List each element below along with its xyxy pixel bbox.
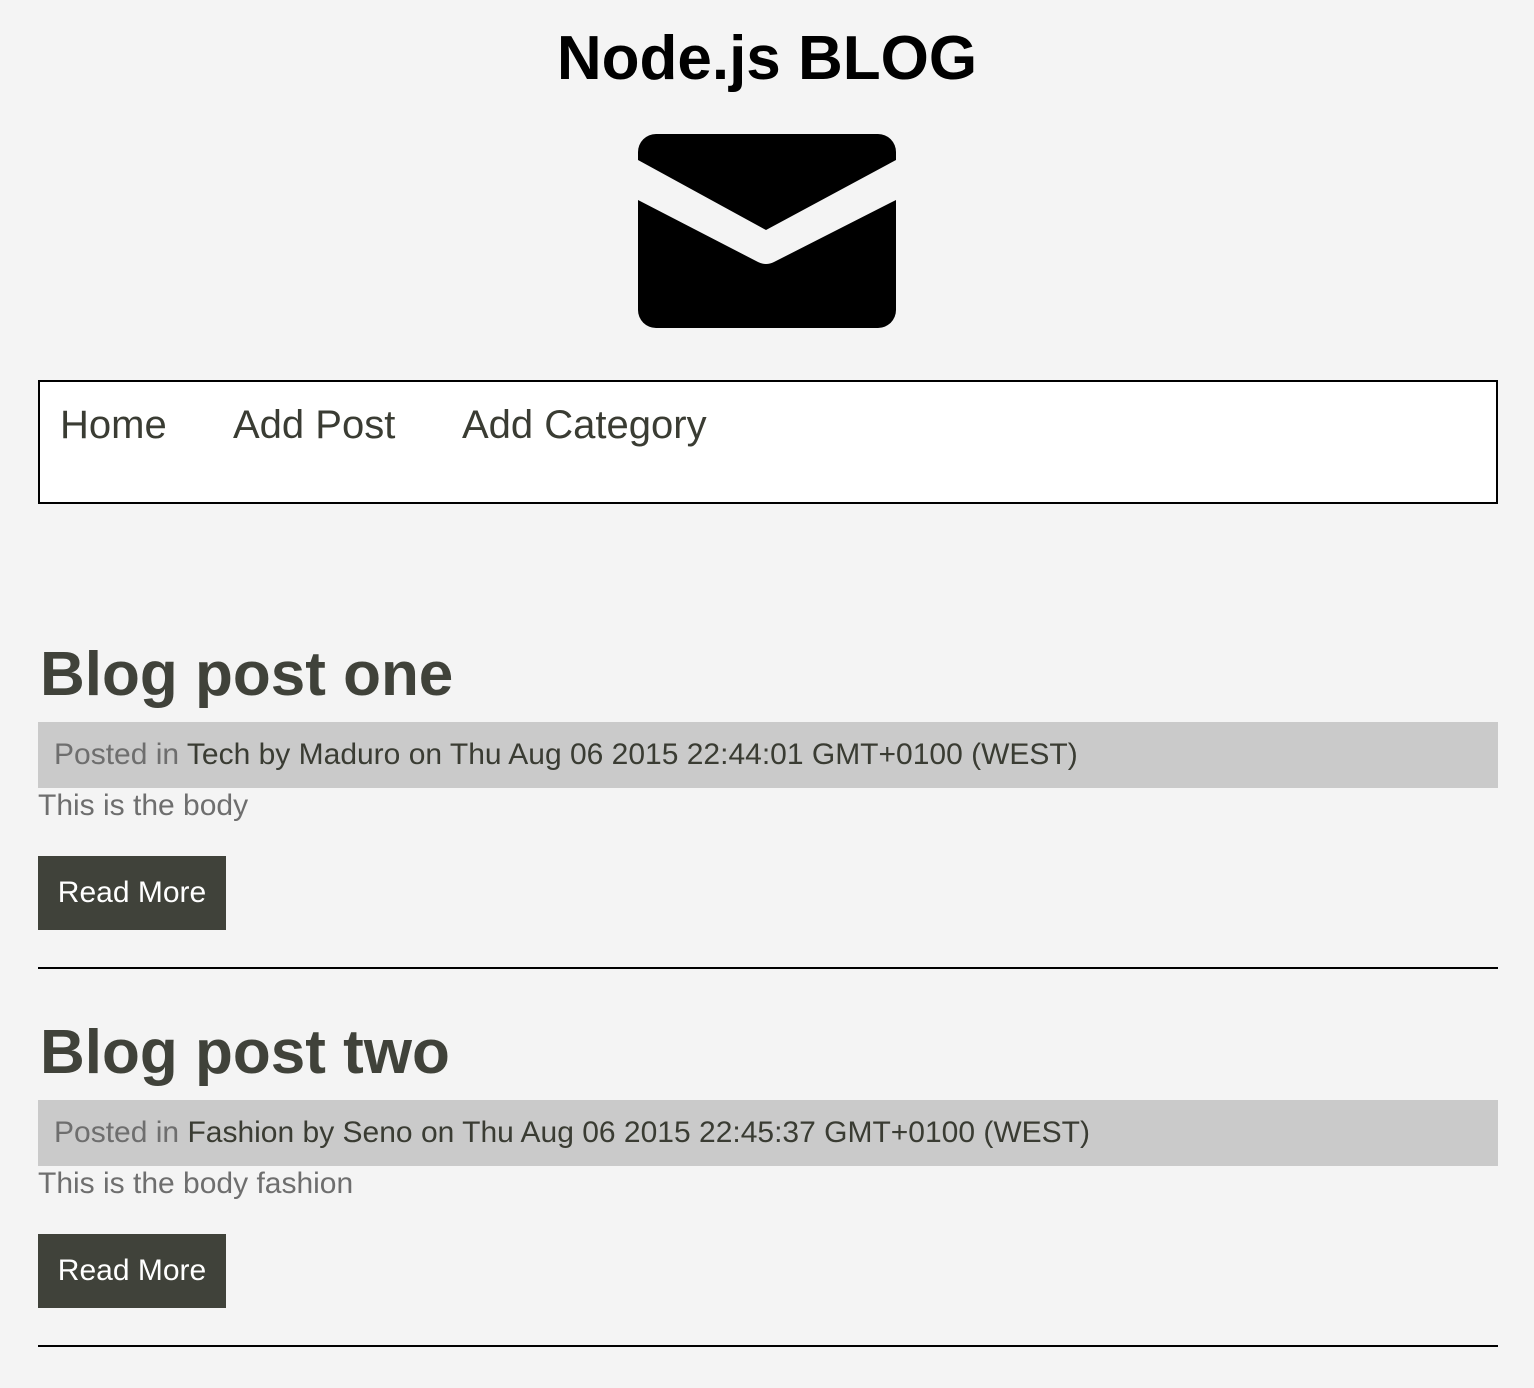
- read-more-button[interactable]: Read More: [38, 856, 226, 930]
- post-divider: [38, 1345, 1498, 1347]
- nav-add-post-link[interactable]: Add Post: [233, 402, 395, 448]
- site-header: Node.js BLOG: [0, 0, 1534, 328]
- posted-in-label: Posted in: [54, 1116, 180, 1149]
- on-label: on: [408, 738, 443, 771]
- post-category: Tech: [186, 738, 251, 771]
- post-category: Fashion: [187, 1116, 295, 1149]
- main-nav: Home Add Post Add Category: [38, 380, 1498, 504]
- posted-in-label: Posted in: [54, 738, 180, 771]
- nav-add-category-link[interactable]: Add Category: [462, 402, 707, 448]
- post-card: Blog post two Posted in Fashion by Seno …: [38, 1018, 1498, 1308]
- post-author: Maduro: [298, 738, 401, 771]
- post-card: Blog post one Posted in Tech by Maduro o…: [38, 640, 1498, 930]
- by-label: by: [302, 1116, 335, 1149]
- post-meta: Posted in Fashion by Seno on Thu Aug 06 …: [38, 1100, 1498, 1166]
- envelope-icon: [638, 134, 896, 328]
- post-divider: [38, 967, 1498, 969]
- by-label: by: [258, 738, 291, 771]
- post-author: Seno: [342, 1116, 413, 1149]
- site-title: Node.js BLOG: [556, 24, 978, 93]
- post-title: Blog post two: [40, 1018, 450, 1087]
- on-label: on: [420, 1116, 455, 1149]
- post-date: Thu Aug 06 2015 22:44:01 GMT+0100 (WEST): [449, 738, 1078, 771]
- post-meta: Posted in Tech by Maduro on Thu Aug 06 2…: [38, 722, 1498, 788]
- post-title: Blog post one: [40, 640, 454, 709]
- post-body: This is the body fashion: [38, 1167, 354, 1200]
- post-date: Thu Aug 06 2015 22:45:37 GMT+0100 (WEST): [462, 1116, 1091, 1149]
- post-body: This is the body: [38, 789, 249, 822]
- read-more-button[interactable]: Read More: [38, 1234, 226, 1308]
- nav-home-link[interactable]: Home: [60, 402, 167, 448]
